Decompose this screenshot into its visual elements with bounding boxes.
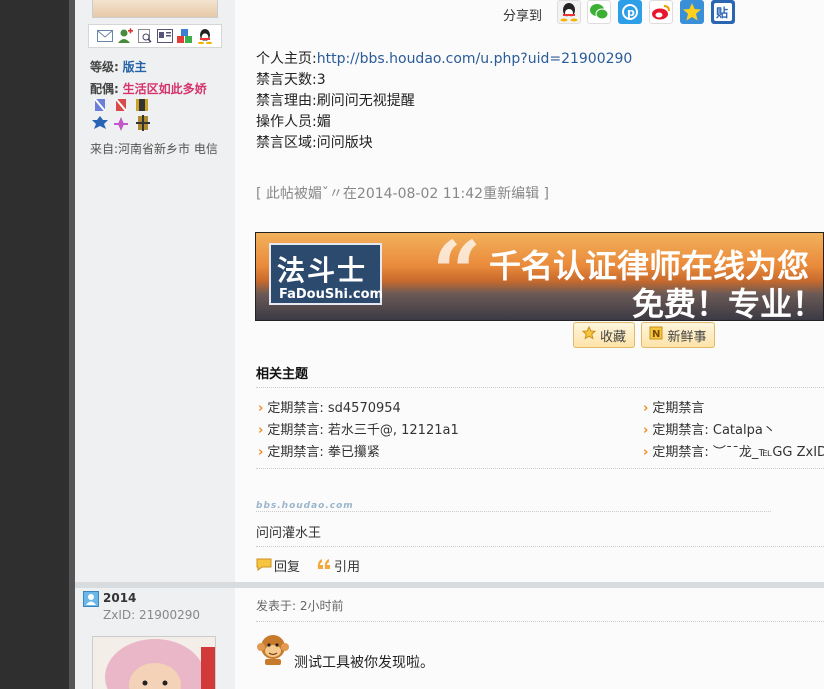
medal-3-icon [136, 99, 148, 111]
info-ban-reason: 禁言理由:刷问问无视提醒 [256, 90, 415, 110]
browser-side-gutter [0, 0, 69, 689]
related-topic[interactable]: › 定期禁言: Catalpa丶 [643, 419, 776, 438]
related-topic-link[interactable]: 定期禁言: 拳已攥紧 [267, 445, 380, 460]
quote-mark-icon: “ [432, 232, 482, 321]
next-post-avatar[interactable] [92, 636, 216, 689]
medals [92, 98, 162, 136]
qzone-share-icon[interactable] [680, 0, 704, 24]
medal-2-icon [115, 98, 127, 112]
level-value: 版主 [122, 60, 147, 74]
reply-icon [256, 557, 272, 575]
svg-text:N: N [652, 329, 660, 340]
level-label: 等级: [90, 60, 119, 74]
favorite-button[interactable]: 收藏 [573, 322, 635, 348]
divider [256, 621, 824, 622]
post-separator [75, 582, 824, 588]
info-value: 3 [316, 72, 326, 88]
spouse-row: 配偶: 生活区如此多娇 [90, 80, 207, 97]
homepage-link[interactable]: http://bbs.houdao.com/u.php?uid=21900290 [317, 51, 633, 67]
related-topic[interactable]: › 定期禁言 [643, 397, 704, 416]
info-label: 禁言理由: [256, 93, 317, 109]
info-ban-days: 禁言天数:3 [256, 69, 326, 89]
related-topic[interactable]: › 定期禁言: sd4570954 [258, 397, 401, 416]
related-topic[interactable]: › 定期禁言: 拳已攥紧 [258, 441, 380, 460]
info-label: 禁言天数: [256, 72, 317, 88]
medal-4-icon [92, 116, 108, 129]
signature-divider [256, 511, 771, 512]
share-label: 分享到 [503, 9, 543, 24]
spouse-value[interactable]: 生活区如此多娇 [123, 82, 207, 96]
tieba-share-icon[interactable]: 贴 [711, 0, 735, 24]
banner-logo: 法斗士 FaDouShi.com [269, 243, 384, 305]
related-topic-link[interactable]: 定期禁言: 若水三千@, 12121a1 [267, 423, 458, 438]
search-posts-icon[interactable] [137, 28, 154, 44]
message-icon[interactable] [97, 28, 114, 44]
quote-button[interactable]: 引用 [316, 556, 360, 575]
svg-text:p: p [627, 6, 635, 19]
level-row: 等级: 版主 [90, 58, 147, 75]
banner-logo-cn: 法斗士 [277, 254, 368, 287]
monkey-emoticon-icon [256, 632, 290, 669]
svg-text:贴: 贴 [716, 5, 728, 20]
divider [256, 387, 824, 388]
info-label: 禁言区域: [256, 135, 317, 151]
edited-note: [ 此帖被媚ˇ〃在2014-08-02 11:42重新编辑 ] [256, 186, 549, 202]
news-button[interactable]: N 新鲜事 [641, 322, 715, 348]
add-friend-icon[interactable] [117, 28, 134, 44]
info-value: 刷问问无视提醒 [316, 93, 415, 109]
divider [256, 468, 824, 469]
banner-subline: 免费！专业！ [632, 285, 824, 321]
qq-share-icon[interactable] [557, 0, 581, 24]
user-action-icons [88, 24, 222, 48]
spouse-label: 配偶: [90, 82, 119, 96]
info-value: 媚 [316, 114, 331, 130]
related-topic-link[interactable]: 定期禁言: sd4570954 [267, 401, 400, 416]
reply-button[interactable]: 回复 [256, 556, 300, 575]
related-title: 相关主题 [256, 367, 309, 382]
info-label: 个人主页: [256, 51, 317, 67]
medal-5-icon [114, 117, 128, 131]
avatar[interactable] [92, 0, 218, 18]
blocks-icon[interactable] [177, 28, 194, 44]
related-topic-link[interactable]: 定期禁言: Catalpa丶 [652, 423, 775, 438]
banner-logo-en: FaDouShi.com [279, 287, 384, 302]
star-icon [581, 325, 597, 344]
wechat-share-icon[interactable] [587, 0, 611, 24]
related-topic[interactable]: › 定期禁言: ︶¯¯龙_℡GG ZxID [643, 441, 824, 460]
info-operator: 操作人员:媚 [256, 111, 331, 131]
info-value: 问问版块 [316, 135, 373, 151]
news-label: 新鲜事 [667, 329, 707, 345]
location: 来自:河南省新乡市 电信 [90, 142, 218, 156]
next-post-zxid: ZxID: 21900290 [103, 608, 201, 622]
reply-label: 回复 [274, 560, 301, 575]
related-topic-link[interactable]: 定期禁言: ︶¯¯龙_℡GG ZxID [652, 445, 824, 460]
medal-icons[interactable] [92, 98, 162, 136]
qq-icon[interactable] [197, 28, 214, 44]
signature-watermark: bbs.houdao.com [256, 501, 354, 511]
quote-icon [316, 557, 332, 575]
weibo-share-icon[interactable] [649, 0, 673, 24]
related-topic-link[interactable]: 定期禁言 [652, 401, 704, 416]
next-post-username[interactable]: 2014 [103, 591, 136, 605]
info-label: 操作人员: [256, 114, 317, 130]
info-ban-area: 禁言区域:问问版块 [256, 132, 373, 152]
next-post-content: 测试工具被你发现啦。 [294, 655, 434, 671]
news-icon: N [649, 326, 663, 344]
favorite-label: 收藏 [599, 329, 626, 345]
profile-card-icon[interactable] [157, 28, 174, 44]
medal-1-icon [94, 98, 106, 112]
pengyou-share-icon[interactable]: p [618, 0, 642, 24]
user-online-icon [83, 591, 99, 610]
ad-banner[interactable]: 法斗士 FaDouShi.com “ 千名认证律师在线为您 免费！专业！ [255, 232, 824, 321]
next-post-time: 发表于: 2小时前 [256, 599, 344, 613]
medal-6-icon [136, 115, 150, 131]
signature-text: 问问灌水王 [256, 526, 322, 541]
related-topic[interactable]: › 定期禁言: 若水三千@, 12121a1 [258, 419, 459, 438]
quote-label: 引用 [334, 560, 361, 575]
info-homepage: 个人主页:http://bbs.houdao.com/u.php?uid=219… [256, 48, 632, 68]
divider [256, 546, 824, 547]
